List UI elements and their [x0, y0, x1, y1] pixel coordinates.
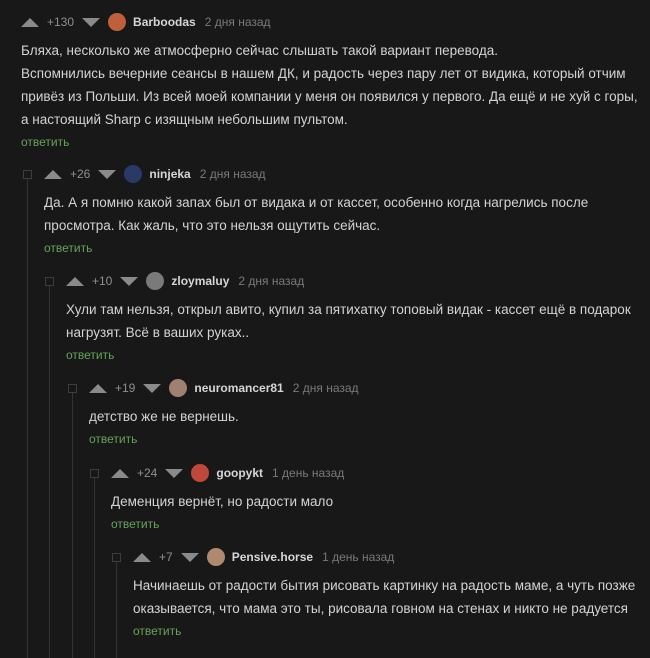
collapse-toggle[interactable]: [23, 170, 32, 179]
avatar[interactable]: [124, 165, 143, 183]
upvote-icon[interactable]: [133, 552, 151, 562]
collapse-toggle[interactable]: [45, 277, 54, 286]
thread-line: [94, 477, 95, 658]
comment-rating: +130: [47, 15, 75, 29]
timestamp[interactable]: 2 дня назад: [238, 274, 304, 288]
avatar[interactable]: [169, 379, 188, 397]
avatar[interactable]: [146, 272, 165, 290]
reply-button[interactable]: ответить: [133, 624, 181, 638]
collapse-toggle[interactable]: [68, 384, 77, 393]
downvote-icon[interactable]: [82, 17, 101, 27]
comment: +24 goopykt 1 день назад Деменция вернёт…: [111, 462, 631, 533]
collapse-toggle[interactable]: [90, 469, 99, 478]
comment-header: +130 Barboodas 2 дня назад: [21, 11, 641, 33]
comment-header: +10 zloymaluy 2 дня назад: [66, 270, 646, 292]
comment-text: Деменция вернёт, но радости мало: [111, 494, 334, 509]
timestamp[interactable]: 1 день назад: [272, 466, 344, 480]
username[interactable]: Barboodas: [133, 15, 196, 29]
upvote-icon[interactable]: [44, 169, 62, 179]
username[interactable]: goopykt: [216, 466, 263, 480]
comment-text: Начинаешь от радости бытия рисовать карт…: [133, 578, 636, 616]
downvote-icon[interactable]: [180, 552, 199, 562]
downvote-icon[interactable]: [98, 169, 117, 179]
downvote-icon[interactable]: [143, 383, 162, 393]
timestamp[interactable]: 2 дня назад: [293, 381, 359, 395]
username[interactable]: zloymaluy: [171, 274, 229, 288]
comment: +26 ninjeka 2 дня назад Да. А я помню ка…: [44, 163, 644, 257]
comment-header: +19 neuromancer81 2 дня назад: [89, 377, 629, 399]
timestamp[interactable]: 1 день назад: [322, 550, 394, 564]
comment-text: Да. А я помню какой запах был от видака …: [44, 195, 589, 233]
comment-rating: +19: [115, 381, 136, 395]
avatar[interactable]: [191, 464, 210, 482]
collapse-toggle[interactable]: [112, 553, 121, 562]
upvote-icon[interactable]: [111, 468, 129, 478]
comment: +7 Pensive.horse 1 день назад Начинаешь …: [133, 546, 643, 640]
comment-text: Бляха, несколько же атмосферно сейчас сл…: [21, 43, 638, 127]
timestamp[interactable]: 2 дня назад: [200, 167, 266, 181]
comment: +10 zloymaluy 2 дня назад Хули там нельз…: [66, 270, 646, 364]
comment-rating: +26: [70, 167, 91, 181]
username[interactable]: Pensive.horse: [232, 550, 313, 564]
downvote-icon[interactable]: [165, 468, 184, 478]
comment-text: Хули там нельзя, открыл авито, купил за …: [66, 302, 631, 340]
upvote-icon[interactable]: [89, 383, 107, 393]
thread-line: [49, 285, 50, 658]
reply-button[interactable]: ответить: [111, 517, 159, 531]
thread-line: [72, 392, 73, 658]
comment-text: детство же не вернешь.: [89, 409, 239, 424]
thread-line: [116, 561, 117, 658]
upvote-icon[interactable]: [66, 276, 84, 286]
avatar[interactable]: [108, 13, 127, 31]
reply-button[interactable]: ответить: [89, 432, 137, 446]
comment-rating: +24: [137, 466, 158, 480]
upvote-icon[interactable]: [21, 17, 39, 27]
comment-rating: +7: [159, 550, 173, 564]
comment-header: +24 goopykt 1 день назад: [111, 462, 631, 484]
comment: +19 neuromancer81 2 дня назад детство же…: [89, 377, 629, 448]
reply-button[interactable]: ответить: [66, 348, 114, 362]
downvote-icon[interactable]: [120, 276, 139, 286]
comment: +130 Barboodas 2 дня назад Бляха, нескол…: [21, 11, 641, 151]
comment-header: +7 Pensive.horse 1 день назад: [133, 546, 643, 568]
reply-button[interactable]: ответить: [21, 135, 69, 149]
username[interactable]: ninjeka: [149, 167, 190, 181]
avatar[interactable]: [206, 548, 225, 566]
comment-header: +26 ninjeka 2 дня назад: [44, 163, 644, 185]
reply-button[interactable]: ответить: [44, 241, 92, 255]
timestamp[interactable]: 2 дня назад: [205, 15, 271, 29]
username[interactable]: neuromancer81: [194, 381, 283, 395]
thread-line: [27, 178, 28, 658]
comment-rating: +10: [92, 274, 113, 288]
